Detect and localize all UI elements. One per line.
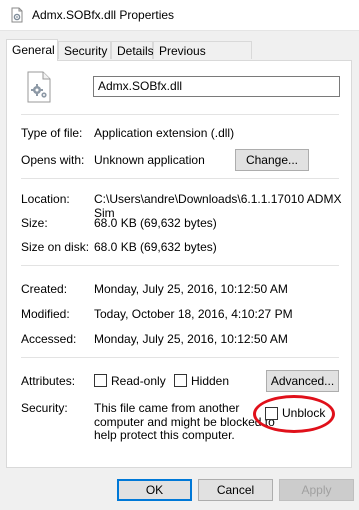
tab-security[interactable]: Security (58, 41, 111, 59)
unblock-highlight-circle (253, 395, 335, 433)
read-only-checkbox[interactable] (94, 374, 107, 387)
security-message-line-1: This file came from another (94, 401, 240, 415)
created-label: Created: (21, 282, 68, 296)
attributes-label: Attributes: (21, 374, 76, 388)
hidden-checkbox[interactable] (174, 374, 187, 387)
type-of-file-label: Type of file: (21, 126, 83, 140)
size-value: 68.0 KB (69,632 bytes) (94, 216, 217, 230)
window-title: Admx.SOBfx.dll Properties (32, 8, 175, 22)
accessed-value: Monday, July 25, 2016, 10:12:50 AM (94, 332, 288, 346)
hidden-label[interactable]: Hidden (191, 374, 229, 388)
size-label: Size: (21, 216, 48, 230)
apply-button[interactable]: Apply (279, 479, 354, 501)
document-gear-icon (11, 7, 23, 23)
tab-details[interactable]: Details (111, 41, 154, 59)
general-panel: Admx.SOBfx.dll Type of file: Application… (6, 60, 352, 468)
opens-with-value: Unknown application (94, 153, 205, 167)
tab-previous-versions[interactable]: Previous Versions (153, 41, 252, 76)
created-value: Monday, July 25, 2016, 10:12:50 AM (94, 282, 288, 296)
title-bar: Admx.SOBfx.dll Properties (0, 0, 359, 31)
divider (21, 114, 339, 115)
modified-value: Today, October 18, 2016, 4:10:27 PM (94, 307, 293, 321)
size-on-disk-value: 68.0 KB (69,632 bytes) (94, 240, 217, 254)
divider (21, 265, 339, 266)
dll-file-gear-icon (27, 71, 51, 103)
cancel-button[interactable]: Cancel (198, 479, 273, 501)
location-label: Location: (21, 192, 70, 206)
opens-with-label: Opens with: (21, 153, 85, 167)
accessed-label: Accessed: (21, 332, 77, 346)
divider (21, 178, 339, 179)
ok-button[interactable]: OK (117, 479, 192, 501)
change-button[interactable]: Change... (235, 149, 309, 171)
advanced-button[interactable]: Advanced... (266, 370, 339, 392)
security-message-line-3: help protect this computer. (94, 428, 235, 442)
security-message-line-2: computer and might be blocked to (94, 415, 275, 429)
security-label: Security: (21, 401, 68, 415)
modified-label: Modified: (21, 307, 70, 321)
read-only-label[interactable]: Read-only (111, 374, 166, 388)
file-name-field[interactable]: Admx.SOBfx.dll (93, 76, 340, 97)
type-of-file-value: Application extension (.dll) (94, 126, 235, 140)
size-on-disk-label: Size on disk: (21, 240, 90, 254)
divider (21, 357, 339, 358)
tab-general[interactable]: General (6, 39, 58, 61)
